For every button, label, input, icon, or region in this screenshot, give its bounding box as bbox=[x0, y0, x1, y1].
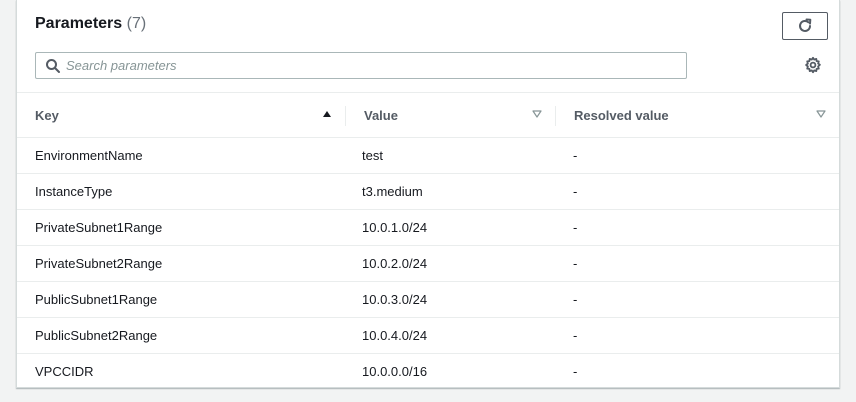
table-row: EnvironmentName test - bbox=[17, 138, 839, 174]
parameter-value: 10.0.1.0/24 bbox=[362, 220, 428, 235]
table-row: PrivateSubnet2Range 10.0.2.0/24 - bbox=[17, 246, 839, 282]
column-value-label: Value bbox=[364, 108, 398, 123]
parameter-value: 10.0.2.0/24 bbox=[362, 256, 428, 271]
column-header-resolved-value[interactable]: Resolved value bbox=[556, 93, 840, 138]
parameter-value: t3.medium bbox=[362, 184, 423, 199]
parameter-key: InstanceType bbox=[35, 184, 113, 199]
parameter-key: PrivateSubnet2Range bbox=[35, 256, 163, 271]
caret-up-icon[interactable] bbox=[322, 109, 332, 119]
table-row: PublicSubnet1Range 10.0.3.0/24 - bbox=[17, 282, 839, 318]
column-resolved-label: Resolved value bbox=[574, 108, 669, 123]
search-input[interactable] bbox=[66, 53, 681, 78]
parameter-value: 10.0.3.0/24 bbox=[362, 292, 428, 307]
parameter-resolved-value: - bbox=[573, 256, 578, 271]
parameter-key: PrivateSubnet1Range bbox=[35, 220, 163, 235]
caret-down-outline-icon[interactable] bbox=[532, 109, 542, 119]
table-row: InstanceType t3.medium - bbox=[17, 174, 839, 210]
search-box[interactable] bbox=[35, 52, 687, 79]
panel-header: Parameters (7) bbox=[17, 0, 839, 93]
table-body: EnvironmentName test - InstanceType t3.m… bbox=[17, 138, 839, 389]
parameter-key: VPCCIDR bbox=[35, 364, 94, 379]
parameter-resolved-value: - bbox=[573, 184, 578, 199]
table-row: PublicSubnet2Range 10.0.4.0/24 - bbox=[17, 318, 839, 354]
parameter-resolved-value: - bbox=[573, 148, 578, 163]
column-header-key[interactable]: Key bbox=[17, 93, 346, 138]
parameter-resolved-value: - bbox=[573, 364, 578, 379]
parameter-value: test bbox=[362, 148, 383, 163]
parameter-resolved-value: - bbox=[573, 292, 578, 307]
panel-title: Parameters (7) bbox=[35, 15, 146, 33]
table-header: Key Value Resolved value bbox=[17, 93, 839, 138]
caret-down-outline-icon[interactable] bbox=[816, 109, 826, 119]
refresh-button[interactable] bbox=[782, 12, 828, 40]
refresh-icon bbox=[799, 18, 812, 32]
parameter-count: (7) bbox=[126, 15, 147, 32]
table-row: PrivateSubnet1Range 10.0.1.0/24 - bbox=[17, 210, 839, 246]
panel-title-text: Parameters bbox=[35, 15, 123, 32]
parameter-key: PublicSubnet1Range bbox=[35, 292, 158, 307]
column-key-label: Key bbox=[35, 108, 59, 123]
table-row: VPCCIDR 10.0.0.0/16 - bbox=[17, 354, 839, 389]
parameter-key: PublicSubnet2Range bbox=[35, 328, 158, 343]
column-header-value[interactable]: Value bbox=[346, 93, 556, 138]
search-icon bbox=[46, 59, 60, 73]
parameter-value: 10.0.4.0/24 bbox=[362, 328, 428, 343]
parameter-key: EnvironmentName bbox=[35, 148, 143, 163]
parameter-value: 10.0.0.0/16 bbox=[362, 364, 428, 379]
gear-icon[interactable] bbox=[804, 56, 822, 74]
parameters-panel: Parameters (7) Key bbox=[16, 0, 840, 388]
parameter-resolved-value: - bbox=[573, 220, 578, 235]
parameter-resolved-value: - bbox=[573, 328, 578, 343]
